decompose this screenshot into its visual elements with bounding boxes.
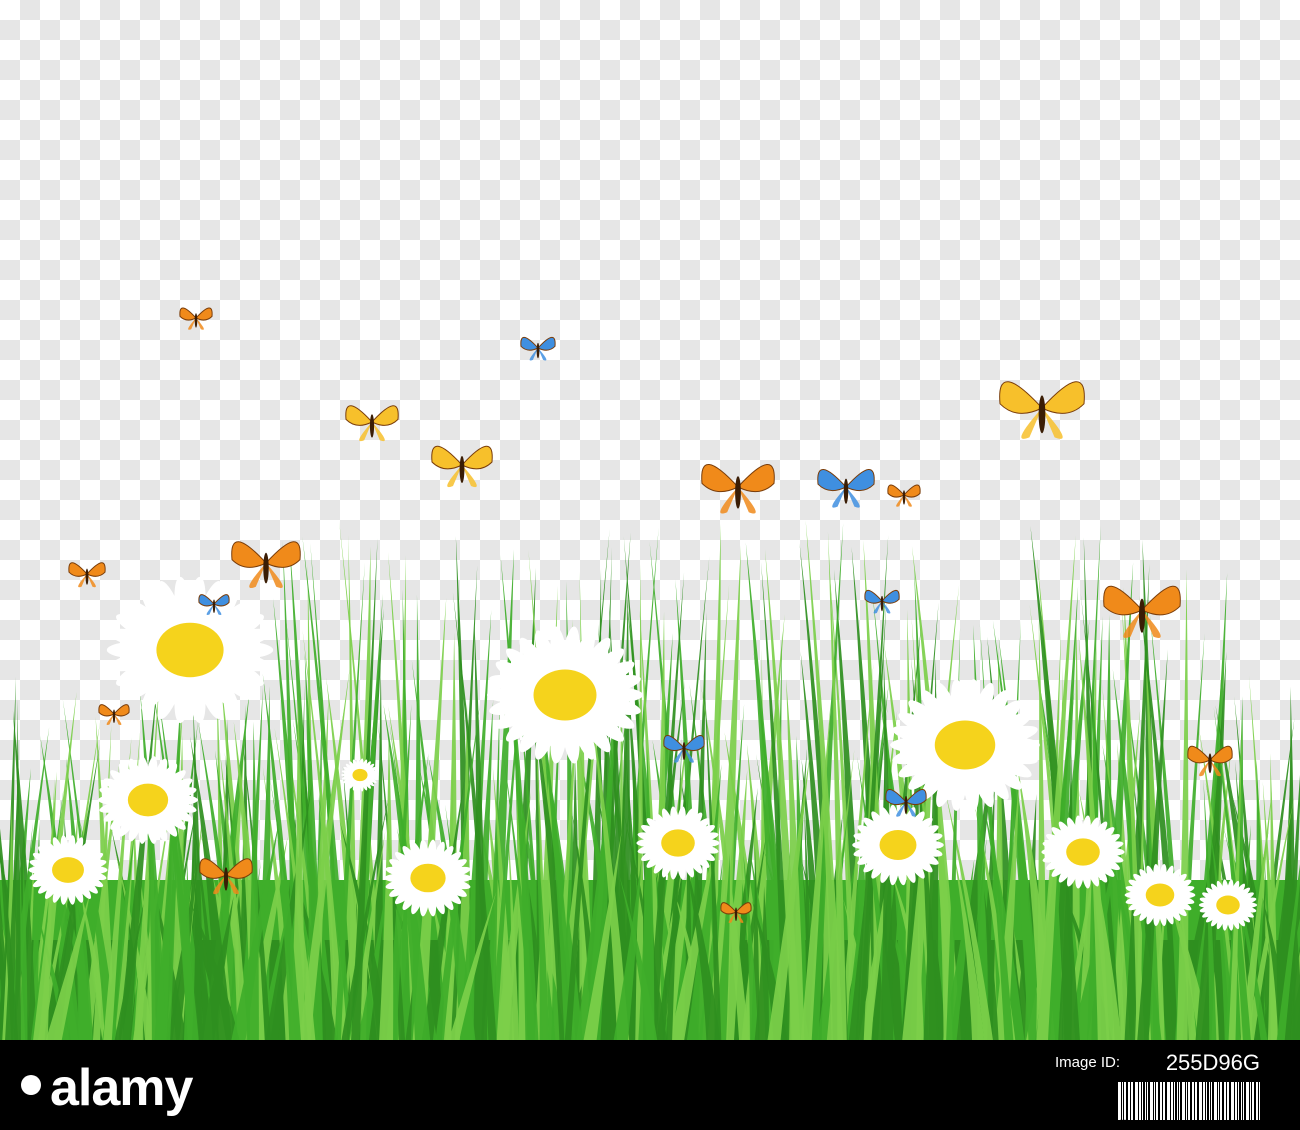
- butterfly-icon: [98, 704, 130, 726]
- barcode-icon: [1118, 1082, 1260, 1120]
- butterfly-icon: [1103, 585, 1181, 638]
- butterfly-icon: [431, 445, 493, 488]
- alamy-logo-icon: [21, 1075, 41, 1095]
- alamy-logo: alamy: [50, 1059, 193, 1117]
- butterfly-icon: [520, 336, 556, 361]
- butterfly-icon: [999, 381, 1085, 439]
- watermark-footer: alamy Image ID: 255D96G www.alamy.com: [0, 1040, 1300, 1130]
- butterfly-icon: [887, 484, 921, 507]
- site-url: www.alamy.com: [1120, 1120, 1128, 1121]
- butterfly-icon: [864, 589, 900, 614]
- butterfly-icon: [68, 562, 106, 588]
- butterfly-icon: [345, 405, 399, 442]
- image-id-label: Image ID:: [1054, 1054, 1120, 1071]
- meadow-scene: [0, 307, 1300, 1040]
- image-id: 255D96G: [1165, 1050, 1260, 1075]
- butterfly-icon: [701, 464, 775, 514]
- butterfly-icon: [817, 469, 875, 508]
- butterfly-icon: [231, 541, 301, 589]
- butterfly-icon: [179, 307, 213, 330]
- artwork-canvas: [0, 0, 1300, 1040]
